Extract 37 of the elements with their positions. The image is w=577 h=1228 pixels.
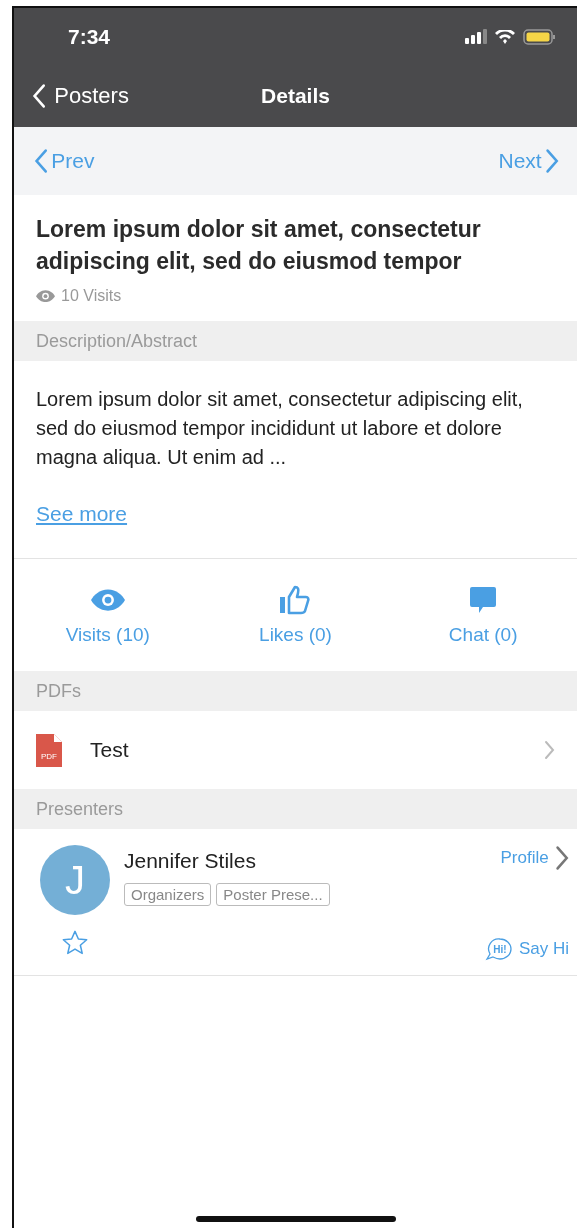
chevron-right-icon <box>554 845 569 871</box>
chevron-right-icon <box>544 740 555 760</box>
wifi-icon <box>495 29 515 44</box>
chat-bubble-icon <box>469 585 498 615</box>
screen-title: Details <box>261 84 330 108</box>
say-hi-link[interactable]: Hi! Say Hi <box>484 937 569 961</box>
signal-icon <box>465 29 487 44</box>
see-more-link[interactable]: See more <box>36 502 128 526</box>
role-tag: Organizers <box>124 883 212 906</box>
back-button[interactable]: Posters <box>14 83 129 109</box>
eye-icon <box>90 588 125 612</box>
role-tag: Poster Prese... <box>216 883 330 906</box>
avatar: J <box>40 845 110 915</box>
profile-link[interactable]: Profile <box>500 845 569 871</box>
prev-button[interactable]: Prev <box>34 148 95 174</box>
section-header: PDFs <box>14 671 577 711</box>
section-header: Description/Abstract <box>14 321 577 361</box>
next-button[interactable]: Next <box>498 148 559 174</box>
stat-button[interactable]: Chat (0) <box>448 584 518 646</box>
thumbs-up-icon <box>279 585 312 615</box>
battery-icon <box>523 28 555 45</box>
favorite-star-icon[interactable] <box>61 929 89 957</box>
pdf-file-icon: PDF <box>36 733 62 767</box>
stat-button[interactable]: Visits (10) <box>65 584 150 646</box>
poster-title: Lorem ipsum dolor sit amet, consectetur adipiscing elit, sed do eiusmod tempor <box>36 215 482 276</box>
chevron-left-icon <box>34 148 49 174</box>
description-text: Lorem ipsum dolor sit amet, consectetur adipiscing elit, sed do eiusmod tempor incididunt ut labore et dolore magna aliqua. Ut enim ad ... <box>36 387 524 470</box>
stat-button[interactable]: Likes (0) <box>259 584 332 646</box>
eye-icon <box>36 289 55 303</box>
presenter-name: Jennifer Stiles <box>124 849 257 873</box>
speech-bubble-icon: Hi! <box>484 937 513 961</box>
section-header: Presenters <box>14 789 577 829</box>
back-chevron-icon <box>32 83 47 109</box>
pdf-name[interactable]: Test <box>90 738 544 762</box>
visit-count: 10 Visits <box>61 287 122 305</box>
status-time: 7:34 <box>68 24 111 49</box>
chevron-right-icon <box>544 148 559 174</box>
